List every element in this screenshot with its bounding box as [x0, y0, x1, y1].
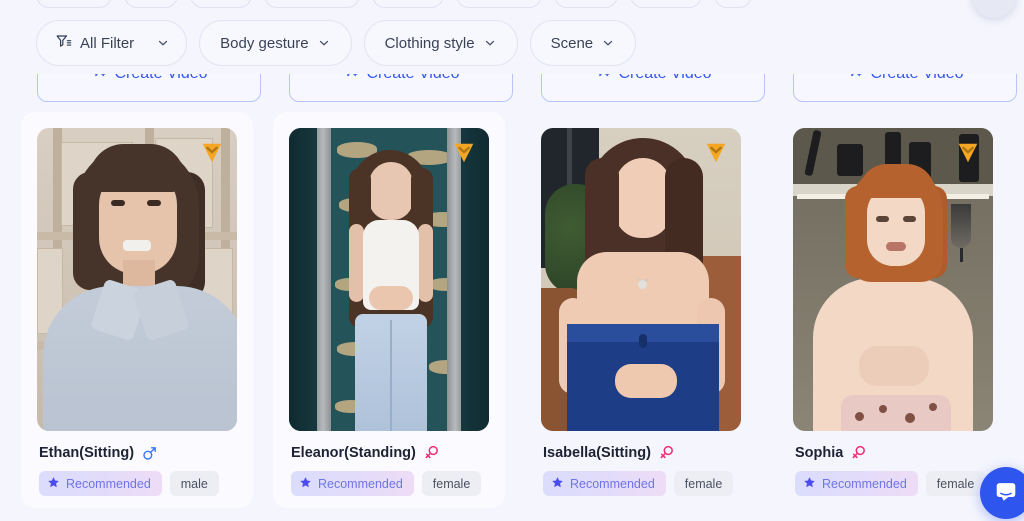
avatar-card[interactable]: Isabella(Sitting) Recommended female [525, 112, 757, 508]
avatar-card-meta: Isabella(Sitting) Recommended female [541, 445, 741, 496]
chevron-down-icon [156, 36, 170, 50]
avatar-thumbnail[interactable] [793, 128, 993, 431]
avatar-name: Eleanor(Standing) [291, 445, 416, 461]
female-symbol-icon [851, 445, 867, 461]
create-video-button-row: Create Video Create Video Create Video [0, 74, 1024, 108]
top-chip[interactable] [630, 0, 702, 8]
gender-tag: female [421, 471, 482, 496]
gender-tag: female [925, 471, 986, 496]
status-badge-recommended: Recommended [795, 471, 918, 496]
create-video-label: Create Video [870, 74, 963, 83]
status-badge-recommended: Recommended [39, 471, 162, 496]
filter-plus-icon [846, 74, 862, 85]
top-chip[interactable] [554, 0, 618, 8]
avatar-card-meta: Eleanor(Standing) Recommended female [289, 445, 489, 496]
thumbnail-scene [541, 128, 741, 431]
filter-bar: All Filter Body gesture Clothing style S… [36, 20, 637, 66]
gem-badge-icon [451, 140, 477, 166]
all-filter-label: All Filter [80, 34, 135, 52]
recommended-label: Recommended [822, 476, 907, 491]
filter-label: Clothing style [384, 34, 475, 52]
filter-plus-icon [90, 74, 106, 85]
top-category-chip-row [36, 0, 752, 8]
avatar-name-row: Sophia [795, 445, 993, 461]
status-badge-recommended: Recommended [543, 471, 666, 496]
avatar-tag-row: Recommended female [543, 471, 741, 496]
avatar-name-row: Eleanor(Standing) [291, 445, 489, 461]
create-video-button[interactable]: Create Video [541, 74, 765, 102]
filter-clothing-style[interactable]: Clothing style [363, 20, 518, 66]
top-chip[interactable] [456, 0, 542, 8]
recommended-label: Recommended [318, 476, 403, 491]
chevron-down-icon [317, 36, 331, 50]
avatar-tag-row: Recommended female [291, 471, 489, 496]
male-symbol-icon [142, 446, 157, 461]
filter-label: Scene [550, 34, 594, 52]
status-badge-recommended: Recommended [291, 471, 414, 496]
recommended-label: Recommended [570, 476, 655, 491]
avatar-card[interactable]: Sophia Recommended female [777, 112, 1009, 508]
avatar-card[interactable]: Eleanor(Standing) Recommended female [273, 112, 505, 508]
gender-tag: male [169, 471, 219, 496]
top-chip[interactable] [190, 0, 252, 8]
avatar-name-row: Isabella(Sitting) [543, 445, 741, 461]
avatar-card-meta: Sophia Recommended female [793, 445, 993, 496]
filter-scene[interactable]: Scene [529, 20, 637, 66]
top-chip[interactable] [264, 0, 360, 8]
recommended-label: Recommended [66, 476, 151, 491]
thumbnail-scene [37, 128, 237, 431]
avatar-name: Isabella(Sitting) [543, 445, 651, 461]
chat-support-button[interactable] [980, 467, 1024, 519]
avatar-thumbnail[interactable] [541, 128, 741, 431]
chevron-down-icon [601, 36, 615, 50]
create-video-button[interactable]: Create Video [289, 74, 513, 102]
filter-plus-icon [342, 74, 358, 85]
avatar-name-row: Ethan(Sitting) [39, 445, 237, 461]
chat-bubble-icon [993, 478, 1019, 509]
gem-badge-icon [199, 140, 225, 166]
avatar-card-grid: Ethan(Sitting) Recommended male Eleanor(… [21, 112, 1009, 508]
star-icon [551, 476, 564, 492]
top-chip[interactable] [372, 0, 444, 8]
filter-plus-icon [594, 74, 610, 85]
avatar-thumbnail[interactable] [37, 128, 237, 431]
top-chip[interactable] [714, 0, 752, 8]
female-symbol-icon [424, 445, 440, 461]
funnel-icon [55, 33, 72, 54]
avatar-name: Sophia [795, 445, 844, 461]
avatar-tag-row: Recommended male [39, 471, 237, 496]
top-chip[interactable] [124, 0, 178, 8]
avatar-library-page: All Filter Body gesture Clothing style S… [0, 0, 1024, 521]
top-chip[interactable] [36, 0, 112, 8]
avatar-card[interactable]: Ethan(Sitting) Recommended male [21, 112, 253, 508]
avatar-card-meta: Ethan(Sitting) Recommended male [37, 445, 237, 496]
create-video-label: Create Video [366, 74, 459, 83]
all-filter-button[interactable]: All Filter [36, 20, 188, 66]
avatar-tag-row: Recommended female [795, 471, 993, 496]
chevron-down-icon [483, 36, 497, 50]
star-icon [299, 476, 312, 492]
create-video-button[interactable]: Create Video [37, 74, 261, 102]
female-symbol-icon [659, 445, 675, 461]
filter-body-gesture[interactable]: Body gesture [199, 20, 352, 66]
gem-badge-icon [955, 140, 981, 166]
top-right-avatar[interactable] [972, 0, 1016, 18]
gem-badge-icon [703, 140, 729, 166]
create-video-button[interactable]: Create Video [793, 74, 1017, 102]
thumbnail-scene [793, 128, 993, 431]
avatar-name: Ethan(Sitting) [39, 445, 135, 461]
create-video-label: Create Video [618, 74, 711, 83]
star-icon [803, 476, 816, 492]
filter-label: Body gesture [220, 34, 309, 52]
gender-tag: female [673, 471, 734, 496]
star-icon [47, 476, 60, 492]
thumbnail-scene [289, 128, 489, 431]
avatar-thumbnail[interactable] [289, 128, 489, 431]
create-video-label: Create Video [114, 74, 207, 83]
